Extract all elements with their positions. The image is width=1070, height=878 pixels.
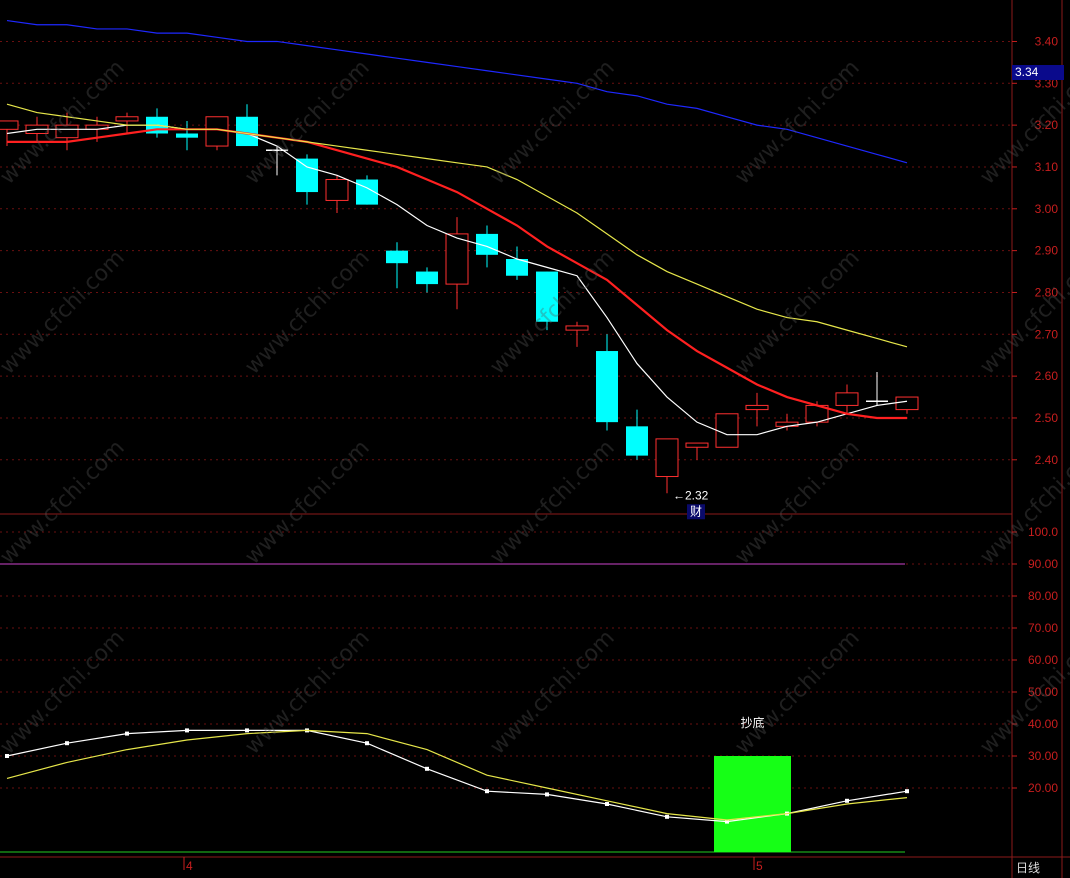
indicator-point [65, 741, 69, 746]
indicator-tick-label: 50.00 [1028, 685, 1058, 699]
stock-chart: ←2.32财 抄底 3.403.303.203.103.002.902.802.… [0, 0, 1070, 878]
price-tick-label: 2.40 [1035, 453, 1059, 467]
indicator-tick-label: 70.00 [1028, 621, 1058, 635]
indicator-tick-label: 40.00 [1028, 717, 1058, 731]
indicator-tick-label: 80.00 [1028, 589, 1058, 603]
price-tick-label: 3.10 [1035, 160, 1059, 174]
candle-body [115, 116, 139, 122]
candle-body [176, 133, 198, 138]
indicator-point [245, 728, 249, 733]
indicator-tick-label: 20.00 [1028, 781, 1058, 795]
candle-body [596, 351, 618, 423]
indicator-point [5, 754, 9, 758]
candle-body [0, 120, 19, 130]
indicator-tick-label: 30.00 [1028, 749, 1058, 763]
price-tick-label: 2.80 [1035, 285, 1059, 299]
indicator-point [365, 741, 369, 746]
candle-body [55, 124, 79, 139]
indicator-tick-label: 100.0 [1028, 525, 1058, 539]
candle-body [296, 158, 318, 193]
indicator-tick-label: 60.00 [1028, 653, 1058, 667]
low-price-annotation: ←2.32 [673, 488, 709, 502]
candle-body [715, 413, 739, 448]
indicator-point [185, 728, 189, 733]
candle-body [416, 271, 438, 285]
price-tick-label: 3.40 [1035, 34, 1059, 48]
candle-body [895, 396, 919, 411]
candle-body [565, 325, 589, 331]
signal-label: 抄底 [740, 715, 764, 730]
indicator-tick-label: 90.00 [1028, 557, 1058, 571]
indicator-point [545, 792, 549, 797]
candle-body [325, 179, 349, 201]
indicator-point [125, 731, 129, 736]
price-tick-label: 2.60 [1035, 369, 1059, 383]
period-label[interactable]: 日线 [1016, 859, 1040, 876]
candle-body [445, 233, 469, 285]
indicator-point [485, 789, 489, 794]
candle-body [536, 271, 558, 322]
candle-body [655, 438, 679, 478]
indicator-point [665, 814, 669, 819]
price-tick-label: 2.70 [1035, 327, 1059, 341]
candle-body [745, 404, 769, 411]
candle-body [685, 442, 709, 448]
candle-body [386, 250, 408, 264]
indicator-panel: 抄底 [0, 563, 909, 853]
candle-body [835, 392, 859, 406]
time-tick-label: 5 [756, 859, 763, 873]
event-badge: 财 [690, 504, 702, 518]
current-price-flag: 3.34 [1012, 65, 1064, 80]
indicator-point [905, 789, 909, 794]
indicator-point [605, 802, 609, 806]
price-tick-label: 3.00 [1035, 202, 1059, 216]
time-tick-label: 4 [186, 859, 193, 873]
price-tick-label: 2.90 [1035, 244, 1059, 258]
price-panel: ←2.32 财 [0, 19, 919, 520]
indicator-point [845, 798, 849, 803]
candle-body [626, 426, 648, 456]
signal-bar [714, 756, 791, 852]
price-tick-label: 2.50 [1035, 411, 1059, 425]
price-tick-label: 3.20 [1035, 118, 1059, 132]
indicator-point [425, 766, 429, 771]
